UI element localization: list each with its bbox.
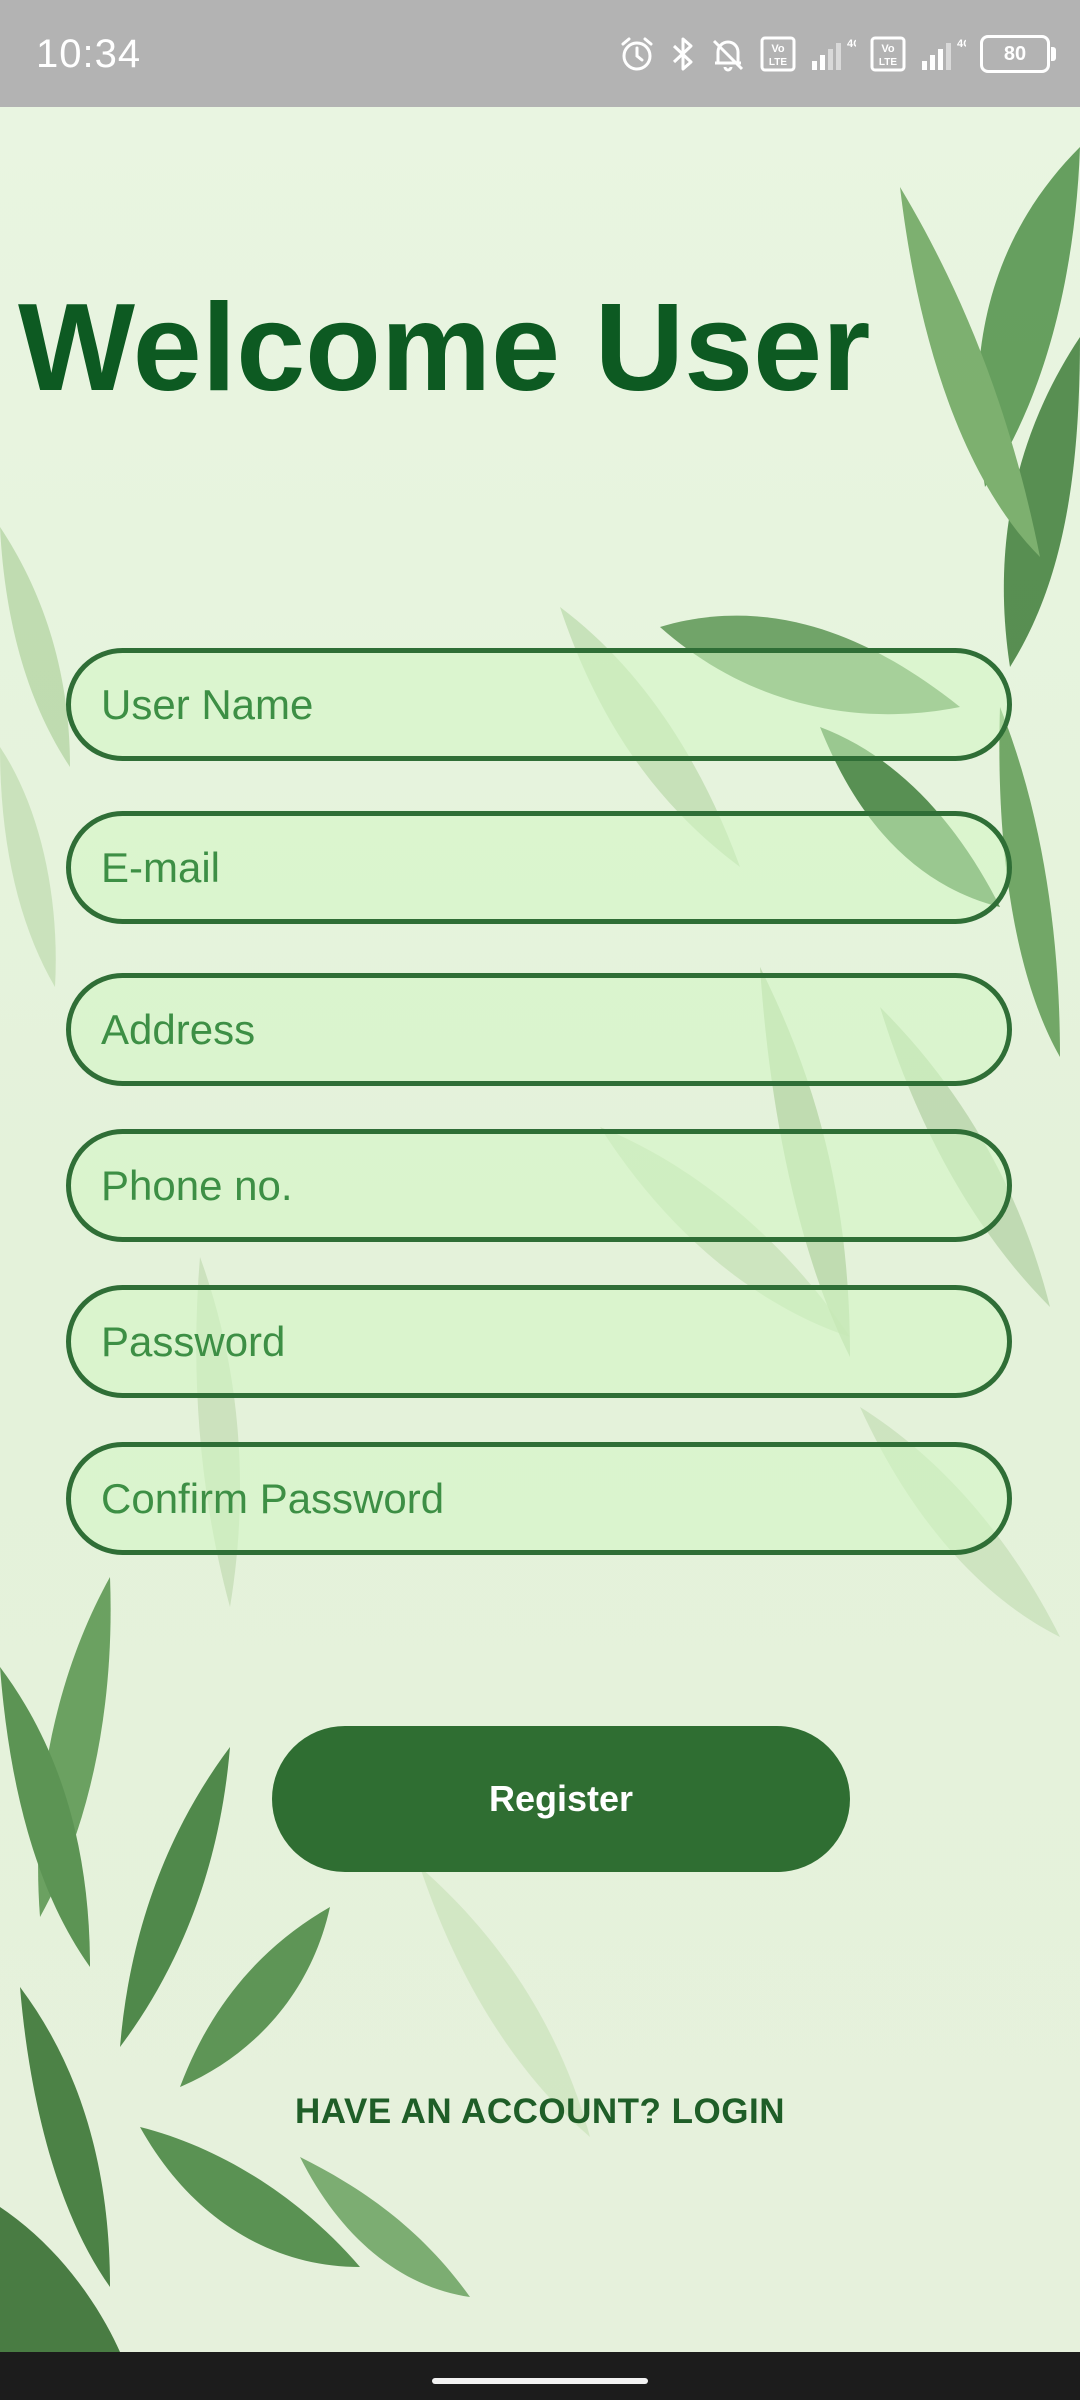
svg-text:4G: 4G bbox=[957, 38, 966, 50]
confirm-password-field[interactable] bbox=[66, 1442, 1012, 1555]
volte-icon: Vo LTE bbox=[870, 36, 906, 72]
status-icons: Vo LTE 4G Vo LTE 4G 80 bbox=[618, 34, 1056, 74]
username-field[interactable] bbox=[66, 648, 1012, 761]
password-input[interactable] bbox=[99, 1316, 1007, 1367]
phone-input[interactable] bbox=[99, 1160, 1007, 1211]
svg-text:Vo: Vo bbox=[771, 43, 785, 55]
signal-icon: 4G bbox=[812, 38, 856, 70]
home-gesture-handle[interactable] bbox=[432, 2378, 648, 2384]
svg-text:Vo: Vo bbox=[881, 43, 895, 55]
battery-icon: 80 bbox=[980, 35, 1056, 73]
email-input[interactable] bbox=[99, 842, 1007, 893]
register-screen: Welcome User Register HAVE AN ACCOUNT? L… bbox=[0, 107, 1080, 2352]
phone-field[interactable] bbox=[66, 1129, 1012, 1242]
email-field[interactable] bbox=[66, 811, 1012, 924]
status-time: 10:34 bbox=[36, 32, 142, 76]
register-button[interactable]: Register bbox=[272, 1726, 850, 1872]
volte-icon: Vo LTE bbox=[760, 36, 796, 72]
svg-text:4G: 4G bbox=[847, 38, 856, 50]
password-field[interactable] bbox=[66, 1285, 1012, 1398]
signal-icon: 4G bbox=[922, 38, 966, 70]
bell-muted-icon bbox=[712, 39, 744, 72]
confirm-password-input[interactable] bbox=[99, 1473, 1007, 1524]
login-link[interactable]: HAVE AN ACCOUNT? LOGIN bbox=[0, 2092, 1080, 2132]
bluetooth-icon bbox=[672, 37, 693, 71]
page-title: Welcome User bbox=[18, 279, 871, 417]
status-bar: 10:34 Vo LTE 4G Vo bbox=[0, 0, 1080, 107]
address-field[interactable] bbox=[66, 973, 1012, 1086]
navigation-bar bbox=[0, 2352, 1080, 2400]
alarm-icon bbox=[621, 37, 653, 71]
svg-text:LTE: LTE bbox=[769, 57, 787, 68]
address-input[interactable] bbox=[99, 1004, 1007, 1055]
username-input[interactable] bbox=[99, 679, 1007, 730]
svg-text:LTE: LTE bbox=[879, 57, 897, 68]
